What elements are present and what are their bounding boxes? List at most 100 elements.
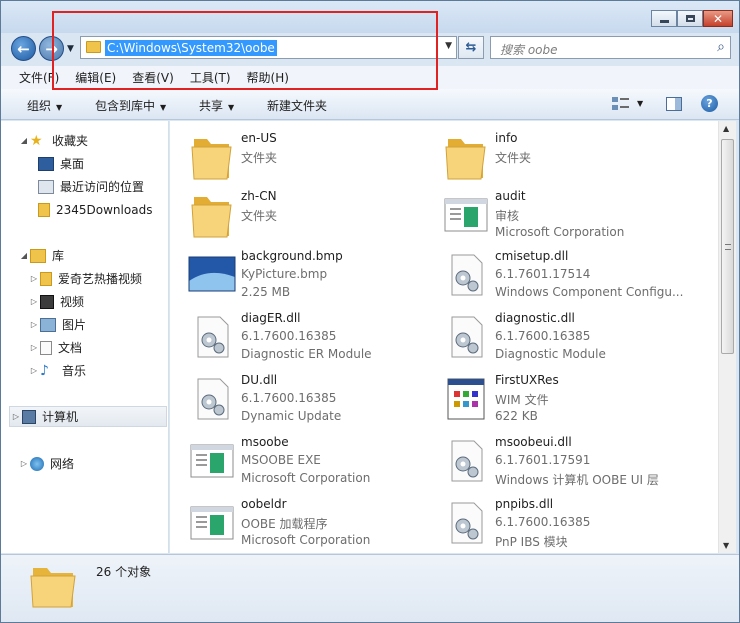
nav-label: 计算机 [42,410,79,424]
refresh-button[interactable]: ⇆ [458,36,484,59]
nav-2345downloads[interactable]: 2345Downloads [38,199,152,220]
file-detail: MSOOBE EXE [241,453,321,467]
file-item[interactable]: pnpibs.dll 6.1.7600.16385 PnP IBS 模块 [442,497,692,553]
share-button[interactable]: 共享 ▼ [199,97,234,114]
file-item[interactable]: msoobeui.dll 6.1.7601.17591 Windows 计算机 OO… [442,435,692,493]
desktop-icon [38,156,54,171]
dll-icon [451,254,483,296]
forward-button[interactable]: → [39,36,64,61]
file-detail-secondary: Windows 计算机 OOBE UI 层 [495,473,659,487]
file-detail: KyPicture.bmp [241,267,328,281]
file-name: diagER.dll [241,311,301,325]
collapse-arrow-icon[interactable]: ▷ [28,343,40,352]
search-placeholder: 搜索 oobe [500,43,558,57]
file-name: zh-CN [241,189,277,203]
nav-computer[interactable]: ▷ 计算机 [9,406,167,427]
nav-favorites[interactable]: ◢ ★ 收藏夹 [18,130,88,151]
scroll-thumb[interactable] [721,139,734,354]
file-detail: 6.1.7600.16385 [241,391,337,405]
nav-label: 桌面 [60,157,85,171]
file-name: msoobe [241,435,289,449]
menu-help[interactable]: 帮助(H) [247,69,289,86]
recent-pages-dropdown[interactable]: ▼ [67,44,74,54]
collapse-arrow-icon[interactable]: ▷ [10,412,22,421]
minimize-button[interactable] [651,10,677,27]
nav-music[interactable]: ▷ ♪ 音乐 [28,360,86,381]
file-item[interactable]: zh-CN 文件夹 [188,189,438,247]
file-item[interactable]: oobeldr OOBE 加载程序 Microsoft Corporation [188,497,438,553]
vertical-scrollbar[interactable]: ▲ ▼ [718,121,736,553]
menu-bar: 文件(F) 编辑(E) 查看(V) 工具(T) 帮助(H) [1,66,739,89]
computer-icon [22,409,36,424]
file-item[interactable]: background.bmp KyPicture.bmp 2.25 MB [188,249,438,307]
collapse-arrow-icon[interactable]: ▷ [28,320,40,329]
nav-network[interactable]: ▷ 网络 [18,453,74,474]
menu-edit[interactable]: 编辑(E) [75,69,116,86]
nav-iqiyi-videos[interactable]: ▷ 爱奇艺热播视频 [28,268,142,289]
file-name: FirstUXRes [495,373,559,387]
file-item[interactable]: audit 审核 Microsoft Corporation [442,189,692,247]
nav-pictures[interactable]: ▷ 图片 [28,314,86,335]
search-icon[interactable]: ⌕ [717,39,725,55]
navigation-pane: ◢ ★ 收藏夹 桌面 最近访问的位置 2345Downloads ◢ 库 ▷ 爱… [1,121,169,553]
include-in-library-button[interactable]: 包含到库中 ▼ [95,97,166,114]
menu-view[interactable]: 查看(V) [132,69,174,86]
help-button[interactable]: ? [701,95,718,112]
nav-label: 图片 [62,318,87,332]
file-item[interactable]: cmisetup.dll 6.1.7601.17514 Windows Compon… [442,249,692,307]
search-input[interactable]: 搜索 oobe ⌕ [490,36,731,59]
address-path[interactable]: C:\Windows\System32\oobe [105,40,277,56]
menu-tools[interactable]: 工具(T) [190,69,231,86]
organize-button[interactable]: 组织 ▼ [27,97,62,114]
expand-arrow-icon[interactable]: ◢ [18,251,30,260]
collapse-arrow-icon[interactable]: ▷ [28,366,40,375]
view-options-icon[interactable] [611,95,631,113]
nav-recent-places[interactable]: 最近访问的位置 [38,176,144,197]
menu-file[interactable]: 文件(F) [19,69,59,86]
file-detail: 文件夹 [495,151,532,165]
address-row: ← → ▼ C:\Windows\System32\oobe ▼ ⇆ 搜索 oo… [1,33,739,65]
collapse-arrow-icon[interactable]: ▷ [28,274,40,283]
wim-icon [447,378,485,420]
collapse-arrow-icon[interactable]: ▷ [28,297,40,306]
back-button[interactable]: ← [11,36,36,61]
video-icon [40,294,54,309]
dll-icon [451,440,483,482]
file-item[interactable]: diagER.dll 6.1.7600.16385 Diagnostic ER Mo… [188,311,438,369]
nav-videos[interactable]: ▷ 视频 [28,291,84,312]
file-name: background.bmp [241,249,343,263]
file-item[interactable]: en-US 文件夹 [188,131,438,189]
chevron-down-icon: ▼ [56,103,63,112]
file-name: msoobeui.dll [495,435,572,449]
maximize-button[interactable] [677,10,703,27]
file-item[interactable]: FirstUXRes WIM 文件 622 KB [442,373,692,431]
close-icon: ✕ [712,11,724,26]
pictures-icon [40,317,56,332]
address-bar[interactable]: C:\Windows\System32\oobe ▼ [80,36,457,59]
file-item[interactable]: diagnostic.dll 6.1.7600.16385 Diagnostic M… [442,311,692,369]
nav-documents[interactable]: ▷ 文档 [28,337,82,358]
nav-libraries[interactable]: ◢ 库 [18,245,64,266]
view-dropdown-icon[interactable]: ▼ [637,99,643,108]
object-count: 26 个对象 [96,565,152,579]
documents-icon [40,340,52,355]
close-button[interactable]: ✕ [703,10,733,27]
collapse-arrow-icon[interactable]: ▷ [18,459,30,468]
nav-desktop[interactable]: 桌面 [38,153,84,174]
address-dropdown-icon[interactable]: ▼ [445,41,452,51]
file-item[interactable]: msoobe MSOOBE EXE Microsoft Corporation [188,435,438,493]
file-item[interactable]: DU.dll 6.1.7600.16385 Dynamic Update [188,373,438,431]
scroll-down-icon[interactable]: ▼ [723,541,729,550]
new-folder-button[interactable]: 新建文件夹 [267,97,327,114]
scroll-up-icon[interactable]: ▲ [723,124,729,133]
dll-icon [197,378,229,420]
file-item[interactable]: info 文件夹 [442,131,692,189]
share-label: 共享 [199,99,224,113]
network-icon [30,456,44,471]
file-detail-secondary: Microsoft Corporation [495,225,625,239]
file-detail: OOBE 加载程序 [241,517,328,531]
file-detail: 6.1.7601.17514 [495,267,591,281]
file-detail-secondary: Diagnostic Module [495,347,606,361]
preview-pane-icon[interactable] [665,95,683,113]
expand-arrow-icon[interactable]: ◢ [18,136,30,145]
